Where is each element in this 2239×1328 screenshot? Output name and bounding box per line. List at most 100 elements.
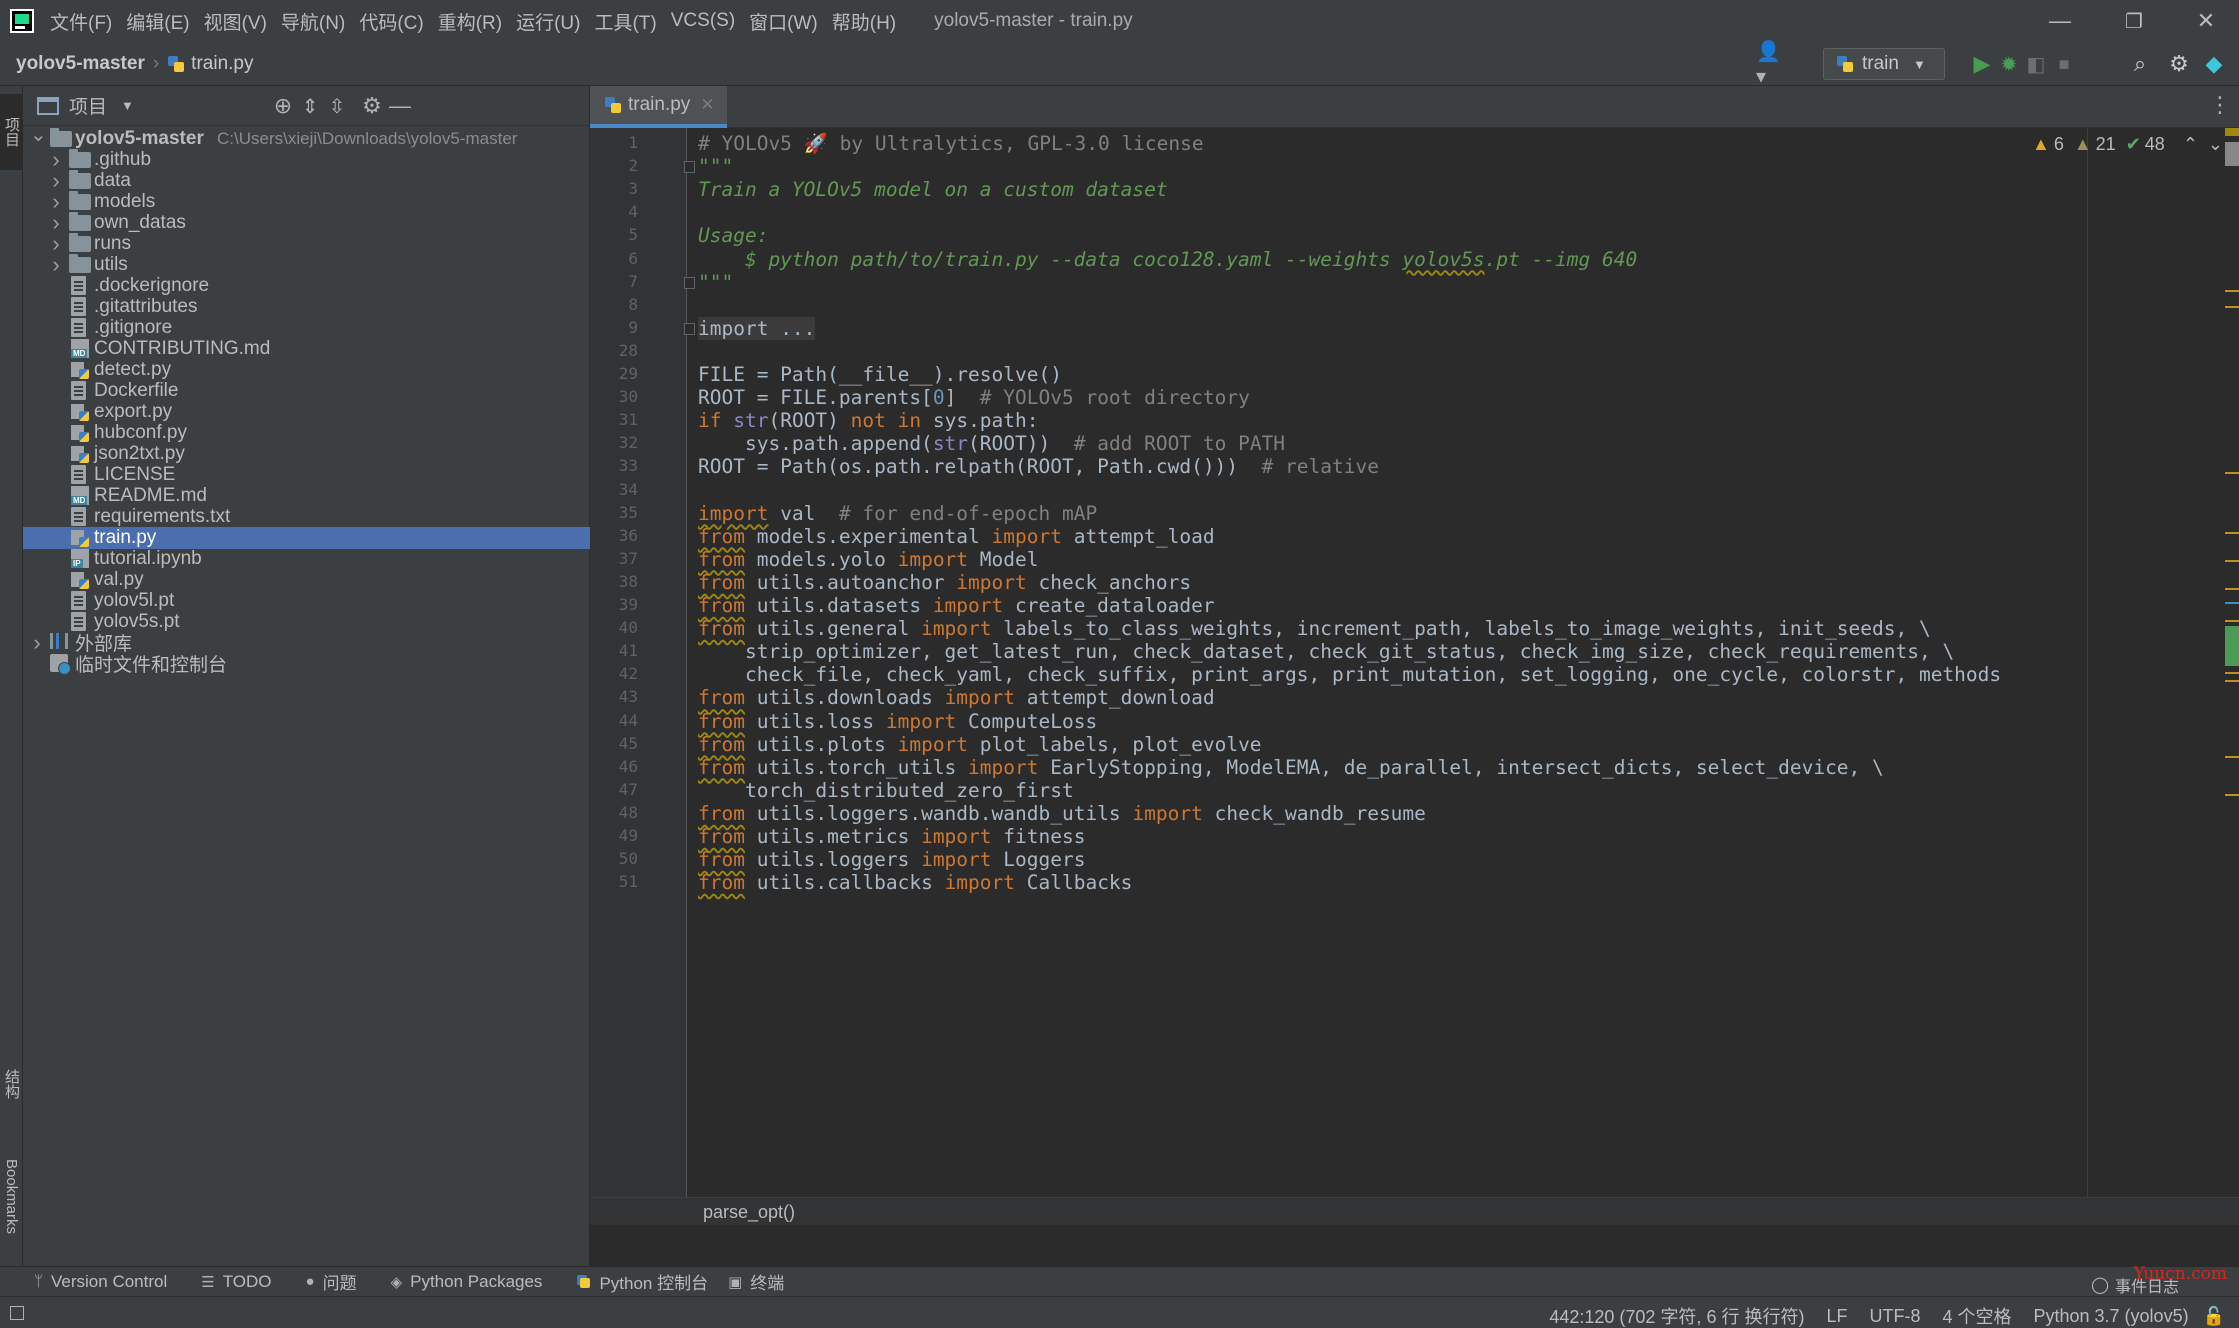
error-stripe-mark[interactable]: [2225, 626, 2239, 666]
options-gear-icon[interactable]: ⚙: [358, 92, 386, 120]
menu-file[interactable]: 文件(F): [50, 8, 112, 35]
menu-help[interactable]: 帮助(H): [832, 8, 896, 35]
code-line[interactable]: Train a YOLOv5 model on a custom dataset: [698, 178, 1168, 201]
code-line[interactable]: from utils.loggers import Loggers: [698, 848, 1085, 871]
tree-item[interactable]: hubconf.py: [23, 422, 590, 443]
menu-vcs[interactable]: VCS(S): [671, 10, 735, 32]
error-stripe-mark[interactable]: [2225, 680, 2239, 682]
python-console-button[interactable]: Python 控制台: [576, 1269, 708, 1294]
error-stripe-mark[interactable]: [2225, 620, 2239, 622]
code-line[interactable]: import val # for end-of-epoch mAP: [698, 502, 1097, 525]
tree-item[interactable]: Dockerfile: [23, 380, 590, 401]
error-stripe-mark[interactable]: [2225, 756, 2239, 758]
code-line[interactable]: from utils.torch_utils import EarlyStopp…: [698, 756, 1884, 779]
tree-item[interactable]: val.py: [23, 569, 590, 590]
code-line[interactable]: from utils.loss import ComputeLoss: [698, 710, 1097, 733]
coverage-icon[interactable]: ◧: [2022, 50, 2050, 78]
chevron-down-icon[interactable]: ⌄: [30, 122, 47, 147]
code-line[interactable]: check_file, check_yaml, check_suffix, pr…: [698, 663, 2001, 686]
error-stripe-mark[interactable]: [2225, 602, 2239, 604]
code-line[interactable]: from utils.plots import plot_labels, plo…: [698, 733, 1262, 756]
code-line[interactable]: from utils.loggers.wandb.wandb_utils imp…: [698, 802, 1426, 825]
minimize-button[interactable]: —: [2030, 0, 2090, 42]
locate-file-icon[interactable]: ⊕: [269, 92, 297, 120]
tree-item[interactable]: 临时文件和控制台: [23, 653, 590, 676]
code-line[interactable]: ROOT = FILE.parents[0] # YOLOv5 root dir…: [698, 386, 1250, 409]
error-stripe-mark[interactable]: [2225, 306, 2239, 308]
fold-toggle-icon[interactable]: [684, 276, 695, 289]
menu-window[interactable]: 窗口(W): [749, 8, 818, 35]
error-stripe-mark[interactable]: [2225, 128, 2239, 136]
caret-position[interactable]: 442:120 (702 字符, 6 行 换行符): [1549, 1303, 1804, 1328]
code-line[interactable]: """: [698, 155, 733, 178]
python-interpreter[interactable]: Python 3.7 (yolov5): [2033, 1306, 2188, 1327]
code-line[interactable]: ROOT = Path(os.path.relpath(ROOT, Path.c…: [698, 455, 1379, 478]
error-stripe[interactable]: [2225, 128, 2239, 1197]
tree-item[interactable]: › runs: [23, 231, 590, 256]
code-editor[interactable]: 1 2 3 4 5 6 7 8 9 28 29 30 31 32 33 34 35 36 37 38 39 40 41 42 4…: [590, 128, 2239, 1225]
tree-item[interactable]: train.py: [23, 527, 590, 549]
menu-tools[interactable]: 工具(T): [594, 8, 656, 35]
run-configuration-select[interactable]: train ▼: [1823, 48, 1945, 80]
menu-run[interactable]: 运行(U): [516, 8, 580, 35]
tree-item[interactable]: tutorial.ipynb: [23, 548, 590, 569]
code-line[interactable]: from utils.downloads import attempt_down…: [698, 686, 1215, 709]
menu-code[interactable]: 代码(C): [359, 8, 423, 35]
chevron-right-icon[interactable]: ›: [30, 630, 44, 656]
breadcrumb-file[interactable]: train.py: [191, 53, 253, 75]
fold-toggle-icon[interactable]: [684, 322, 695, 335]
stop-icon[interactable]: ■: [2050, 50, 2078, 78]
line-separator[interactable]: LF: [1826, 1306, 1847, 1327]
code-line[interactable]: from utils.datasets import create_datalo…: [698, 594, 1215, 617]
tree-item[interactable]: › own_datas: [23, 210, 590, 235]
error-stripe-mark[interactable]: [2225, 672, 2239, 674]
tree-item[interactable]: detect.py: [23, 359, 590, 380]
expand-all-icon[interactable]: ⇕: [296, 92, 324, 120]
tab-train-py[interactable]: train.py ✕: [590, 86, 727, 128]
hide-panel-icon[interactable]: —: [386, 92, 414, 120]
search-icon[interactable]: ⌕: [2126, 50, 2154, 78]
close-tab-icon[interactable]: ✕: [700, 95, 714, 115]
chevron-right-icon[interactable]: ›: [49, 252, 63, 278]
tree-item[interactable]: .gitattributes: [23, 296, 590, 317]
code-line[interactable]: FILE = Path(__file__).resolve(): [698, 363, 1062, 386]
terminal-button[interactable]: ▣ 终端: [728, 1269, 784, 1294]
code-line[interactable]: from utils.autoanchor import check_ancho…: [698, 571, 1191, 594]
code-line[interactable]: from models.yolo import Model: [698, 548, 1039, 571]
breadcrumb-project[interactable]: yolov5-master: [16, 53, 145, 75]
restore-button[interactable]: ❐: [2104, 0, 2164, 42]
stripe-tab-structure[interactable]: 结构: [0, 1044, 23, 1124]
breadcrumb-function[interactable]: parse_opt(): [703, 1202, 795, 1223]
stripe-tab-project[interactable]: 项目: [0, 94, 23, 170]
tree-item[interactable]: json2txt.py: [23, 443, 590, 464]
error-stripe-mark[interactable]: [2225, 560, 2239, 562]
code-line[interactable]: sys.path.append(str(ROOT)) # add ROOT to…: [698, 432, 1285, 455]
chevron-down-icon[interactable]: ▼: [121, 98, 134, 113]
tree-item[interactable]: CONTRIBUTING.md: [23, 338, 590, 359]
tree-item[interactable]: ⌄ yolov5-master C:\Users\xieji\Downloads\y…: [23, 124, 590, 149]
code-line[interactable]: Usage:: [698, 224, 768, 247]
code-line[interactable]: import ...: [698, 316, 816, 340]
lock-icon[interactable]: 🔓: [2203, 1306, 2225, 1327]
run-icon[interactable]: ▶: [1968, 50, 1996, 78]
project-view-title[interactable]: 项目: [69, 92, 107, 119]
tree-item[interactable]: requirements.txt: [23, 506, 590, 527]
error-stripe-mark[interactable]: [2225, 142, 2239, 166]
tree-item[interactable]: .gitignore: [23, 317, 590, 338]
error-stripe-mark[interactable]: [2225, 794, 2239, 796]
code-line[interactable]: from models.experimental import attempt_…: [698, 525, 1215, 548]
error-stripe-mark[interactable]: [2225, 290, 2239, 292]
inspection-widget[interactable]: ▲ 6 ▲ 21 ✔ 48 ⌃ ⌄: [2028, 134, 2223, 155]
error-stripe-mark[interactable]: [2225, 532, 2239, 534]
tool-window-toggle-icon[interactable]: [10, 1306, 24, 1320]
tree-item[interactable]: › data: [23, 168, 590, 193]
tree-item[interactable]: LICENSE: [23, 464, 590, 485]
problems-button[interactable]: ● 问题: [306, 1269, 357, 1294]
previous-highlight-icon[interactable]: ⌃: [2183, 134, 2198, 155]
menu-view[interactable]: 视图(V): [204, 8, 267, 35]
error-stripe-mark[interactable]: [2225, 472, 2239, 474]
code-line[interactable]: from utils.callbacks import Callbacks: [698, 871, 1132, 894]
code-line[interactable]: """: [698, 271, 733, 294]
indent-setting[interactable]: 4 个空格: [1942, 1303, 2011, 1328]
python-packages-button[interactable]: ◈ Python Packages: [391, 1272, 543, 1292]
